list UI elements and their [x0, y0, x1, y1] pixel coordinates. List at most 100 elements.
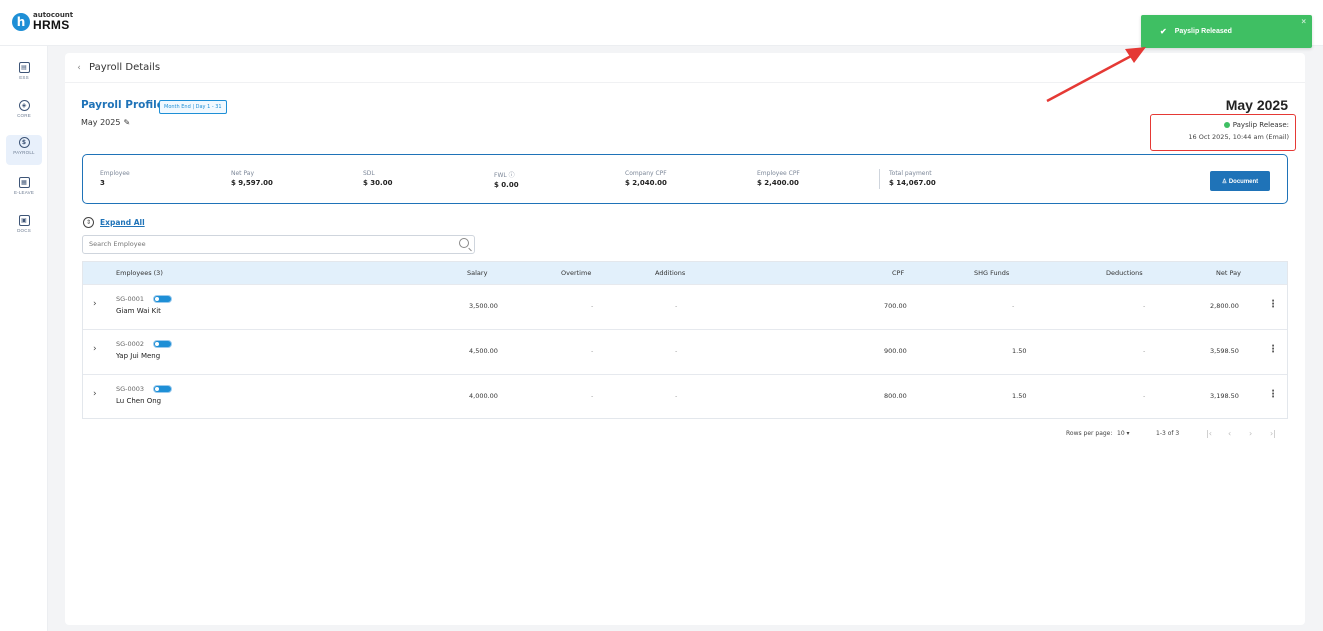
- table-header: Employees (3) Salary Overtime Additions …: [83, 262, 1287, 284]
- summary-company-cpf: Company CPF $ 2,040.00: [625, 170, 667, 187]
- employee-code: SG-0002: [116, 340, 145, 348]
- release-detail: 16 Oct 2025, 10:44 am (Email): [1188, 133, 1289, 141]
- summary-employee: Employee 3: [100, 170, 130, 187]
- summary-net-pay: Net Pay $ 9,597.00: [231, 170, 273, 187]
- profile-badge: Month End | Day 1 - 31: [159, 100, 227, 114]
- back-button[interactable]: ‹: [72, 61, 86, 75]
- column-header-additions: Additions: [655, 269, 686, 277]
- main-panel: ‹ Payroll Details Payroll Profile Month …: [65, 53, 1305, 625]
- summary-employee-cpf: Employee CPF $ 2,400.00: [757, 170, 800, 187]
- summary-fwl: FWL ⓘ $ 0.00: [494, 170, 519, 189]
- summary-value: $ 0.00: [494, 181, 519, 189]
- sidebar-item-label: E-LEAVE: [13, 190, 35, 195]
- status-toggle[interactable]: [153, 295, 172, 303]
- next-page-icon[interactable]: ›: [1249, 429, 1252, 438]
- document-icon: ▣: [18, 215, 30, 226]
- column-header-employees: Employees (3): [116, 269, 163, 277]
- cell-salary: 4,000.00: [469, 392, 498, 400]
- table-row[interactable]: › SG-0001 Giam Wai Kit 3,500.00 - - 700.…: [83, 284, 1287, 329]
- cell-cpf: 700.00: [884, 302, 907, 310]
- chevron-right-icon[interactable]: ›: [93, 344, 97, 354]
- last-page-icon[interactable]: ›|: [1270, 429, 1276, 438]
- sidebar-item-eleave[interactable]: ▦ E-LEAVE: [6, 175, 42, 205]
- employee-payroll-table: Employees (3) Salary Overtime Additions …: [82, 261, 1288, 419]
- summary-divider: [879, 169, 880, 189]
- cell-overtime: -: [591, 392, 594, 400]
- search-input[interactable]: [89, 240, 439, 248]
- sidebar-item-ess[interactable]: ▤ ESS: [6, 60, 42, 90]
- column-header-overtime: Overtime: [561, 269, 592, 277]
- cell-deductions: -: [1143, 302, 1146, 310]
- cell-additions: -: [675, 347, 678, 355]
- cell-overtime: -: [591, 302, 594, 310]
- employee-code: SG-0003: [116, 385, 145, 393]
- cell-net-pay: 2,800.00: [1210, 302, 1239, 310]
- rows-per-page-select[interactable]: 10 ▾: [1117, 430, 1130, 437]
- summary-value: $ 14,067.00: [889, 179, 936, 187]
- more-options-icon[interactable]: ⋮: [1268, 344, 1278, 355]
- expand-all-toggle[interactable]: ⇕ Expand All: [83, 217, 145, 228]
- check-circle-icon: [1223, 122, 1230, 128]
- cell-salary: 3,500.00: [469, 302, 498, 310]
- employee-name: Lu Chen Ong: [116, 397, 162, 405]
- summary-value: $ 9,597.00: [231, 179, 273, 187]
- app-logo[interactable]: h autocount HRMS: [12, 12, 73, 31]
- cell-deductions: -: [1143, 347, 1146, 355]
- release-label: Payslip Release:: [1232, 121, 1289, 129]
- close-icon[interactable]: ×: [1301, 17, 1306, 26]
- month-heading: May 2025: [1225, 97, 1288, 113]
- column-header-cpf: CPF: [892, 269, 905, 277]
- table-row[interactable]: › SG-0003 Lu Chen Ong 4,000.00 - - 800.0…: [83, 374, 1287, 419]
- pagination-range: 1-3 of 3: [1156, 430, 1180, 437]
- cube-icon: ◈: [18, 100, 30, 111]
- dollar-icon: $: [18, 137, 30, 148]
- sidebar-item-payroll[interactable]: $ PAYROLL: [6, 135, 42, 165]
- first-page-icon[interactable]: |‹: [1206, 429, 1212, 438]
- search-icon[interactable]: [459, 238, 469, 248]
- previous-page-icon[interactable]: ‹: [1228, 429, 1231, 438]
- expand-all-link[interactable]: Expand All: [100, 218, 145, 227]
- payslip-release-status: Payslip Release: 16 Oct 2025, 10:44 am (…: [1150, 114, 1296, 151]
- sidebar-item-label: CORE: [17, 113, 31, 118]
- chevron-right-icon[interactable]: ›: [93, 389, 97, 399]
- rows-per-page-label: Rows per page:: [1066, 430, 1113, 437]
- employee-code: SG-0001: [116, 295, 145, 303]
- more-options-icon[interactable]: ⋮: [1268, 389, 1278, 400]
- cell-overtime: -: [591, 347, 594, 355]
- document-button[interactable]: ♙ Document: [1210, 171, 1270, 191]
- summary-sdl: SDL $ 30.00: [363, 170, 392, 187]
- cell-net-pay: 3,198.50: [1210, 392, 1239, 400]
- toast-message: Payslip Released: [1174, 28, 1232, 35]
- period-label: May 2025: [81, 118, 121, 127]
- summary-value: $ 30.00: [363, 179, 393, 187]
- profile-title[interactable]: Payroll Profile: [81, 99, 164, 111]
- calendar-grid-icon: ▦: [18, 177, 30, 188]
- payroll-summary-card: Employee 3 Net Pay $ 9,597.00 SDL $ 30.0…: [82, 154, 1288, 204]
- release-label-line: Payslip Release:: [1223, 121, 1289, 129]
- cell-shg-funds: 1.50: [1012, 392, 1027, 400]
- sidebar-item-label: ESS: [19, 75, 29, 80]
- table-row[interactable]: › SG-0002 Yap Jui Meng 4,500.00 - - 900.…: [83, 329, 1287, 374]
- more-options-icon[interactable]: ⋮: [1268, 299, 1278, 310]
- cell-cpf: 800.00: [884, 392, 907, 400]
- summary-value: $ 2,040.00: [625, 179, 667, 187]
- sidebar: ▤ ESS ◈ CORE $ PAYROLL ▦ E-LEAVE ▣ DOCS: [0, 46, 48, 631]
- calendar-icon: ▤: [18, 62, 30, 73]
- column-header-net-pay: Net Pay: [1216, 269, 1241, 277]
- check-icon: ✔: [1160, 27, 1167, 36]
- status-toggle[interactable]: [153, 340, 172, 348]
- summary-label[interactable]: FWL ⓘ: [494, 170, 519, 179]
- sidebar-item-docs[interactable]: ▣ DOCS: [6, 213, 42, 243]
- cell-additions: -: [675, 392, 678, 400]
- status-toggle[interactable]: [153, 385, 172, 393]
- logo-product: HRMS: [33, 18, 70, 32]
- summary-value: $ 2,400.00: [757, 179, 799, 187]
- sidebar-item-core[interactable]: ◈ CORE: [6, 98, 42, 128]
- toast-notification: ✔ Payslip Released ×: [1141, 15, 1312, 48]
- summary-label: Employee: [100, 170, 130, 177]
- pencil-icon[interactable]: ✎: [123, 118, 130, 127]
- chevron-right-icon[interactable]: ›: [93, 299, 97, 309]
- cell-salary: 4,500.00: [469, 347, 498, 355]
- column-header-deductions: Deductions: [1106, 269, 1143, 277]
- payroll-period: May 2025 ✎: [81, 118, 130, 127]
